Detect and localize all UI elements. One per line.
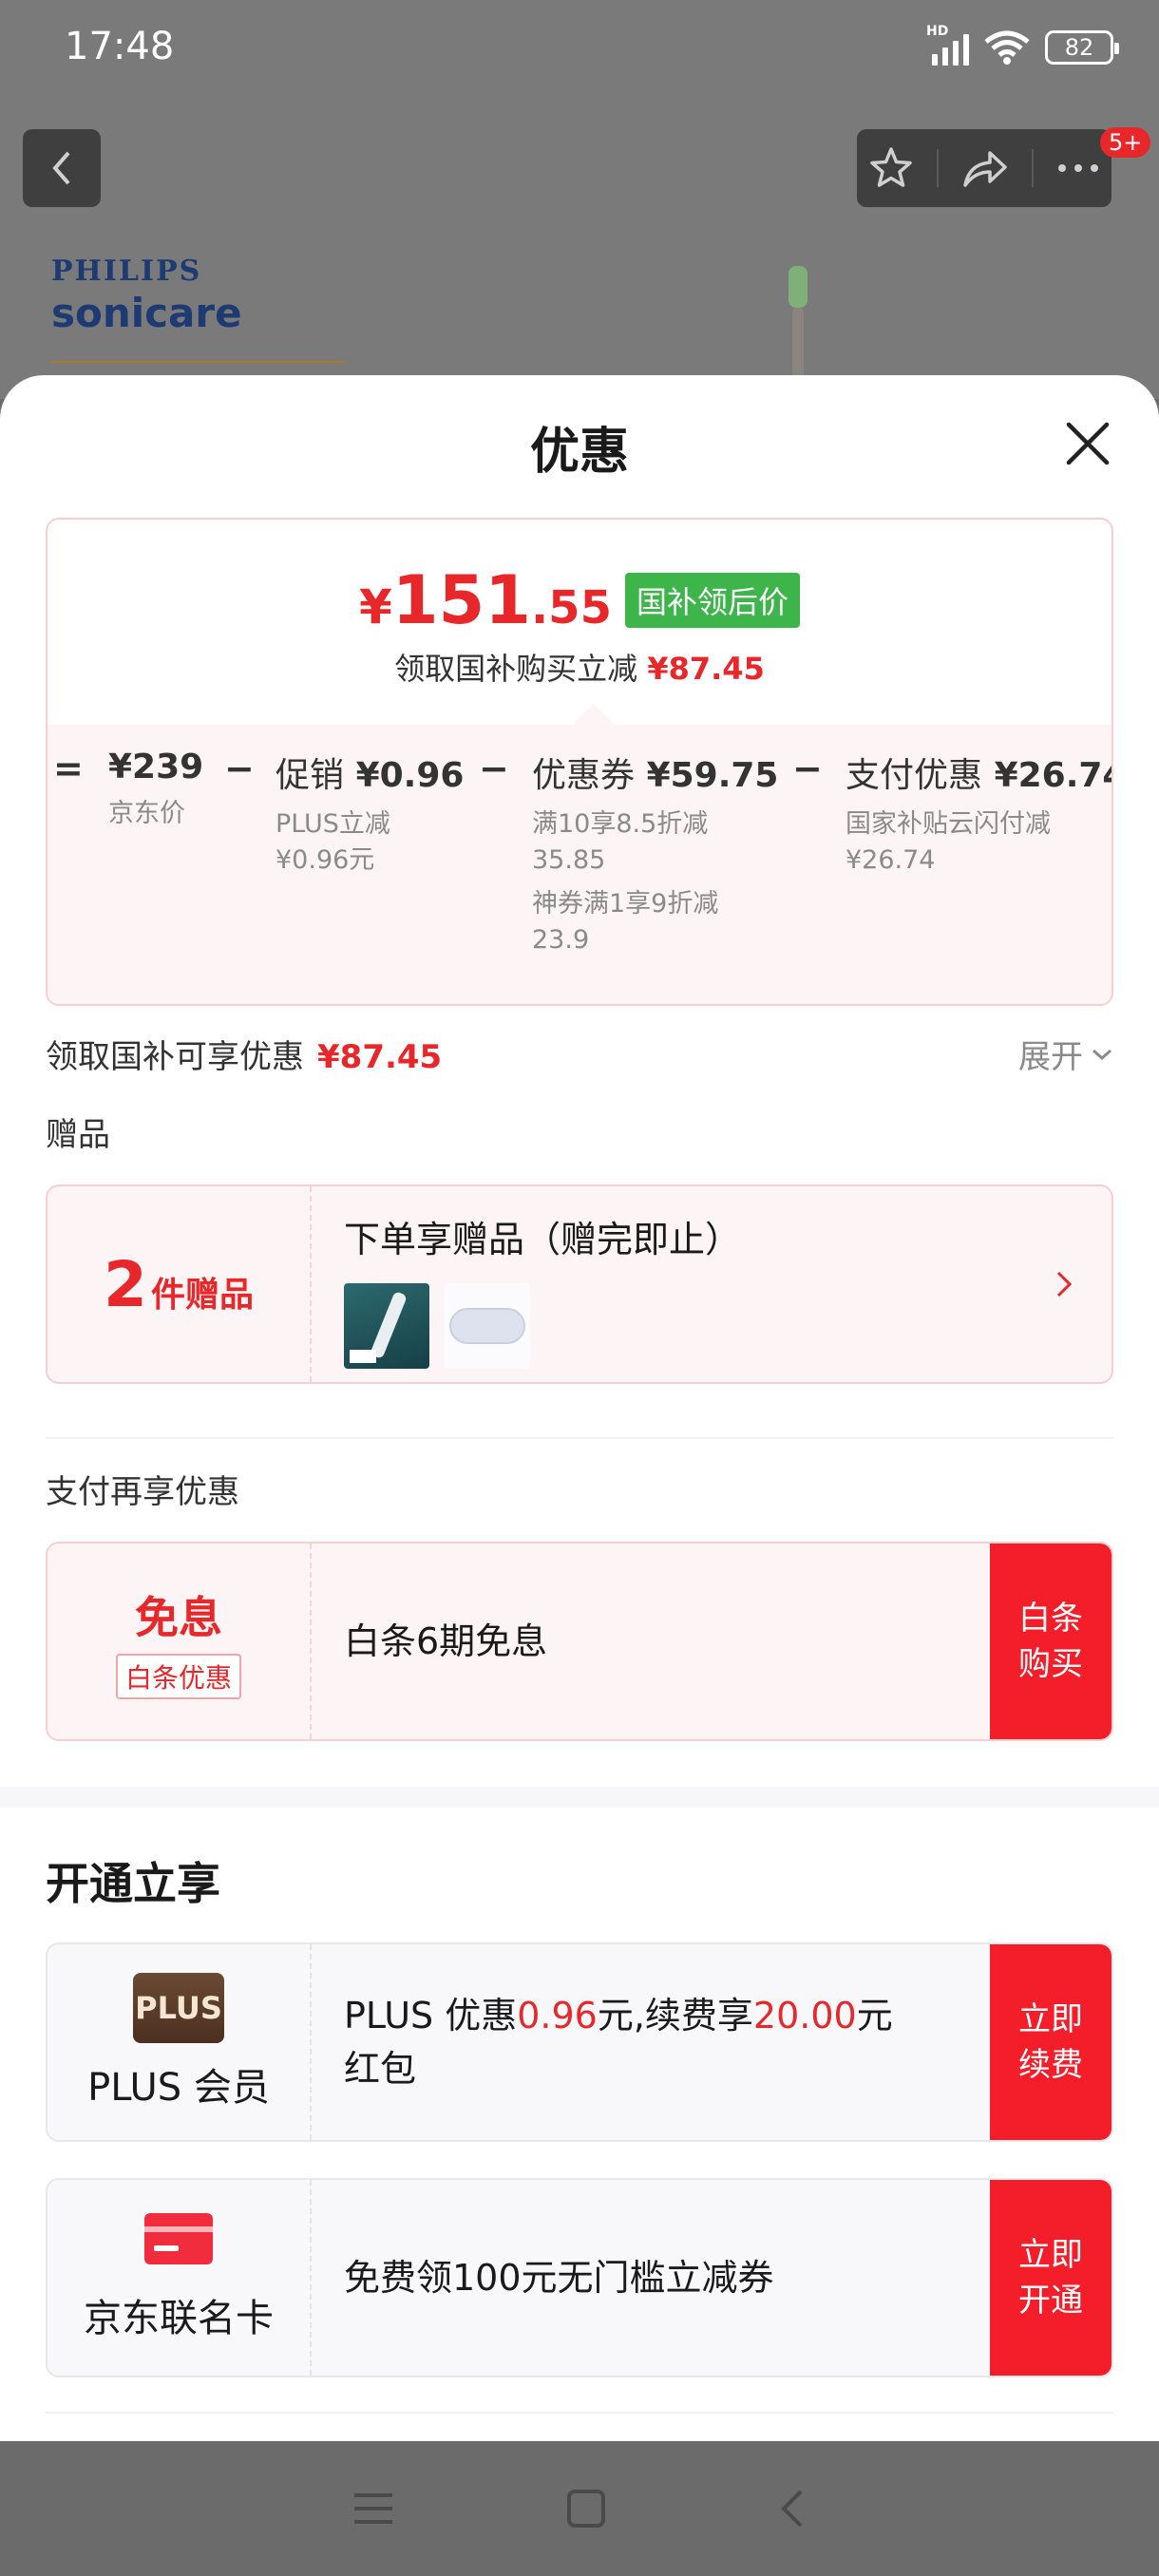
- battery-icon: 82: [1045, 30, 1119, 65]
- minus-sign: −: [224, 748, 255, 789]
- price-breakdown: = ¥239 京东价 − 促销 ¥0.96 PLUS立减 ¥0.96元 − 优惠券…: [48, 748, 1112, 994]
- subsidy-row: 领取国补可享优惠 ¥87.45 展开: [46, 1031, 1113, 1077]
- brand-line1: PHILIPS: [51, 255, 202, 288]
- more-icon[interactable]: [1056, 162, 1100, 174]
- subsidy-reduction-amount: ¥87.45: [647, 651, 765, 687]
- baitiao-buy-button[interactable]: 白条购买: [990, 1544, 1112, 1739]
- subsidy-row-label: 领取国补可享优惠: [46, 1038, 304, 1076]
- plus-content: PLUS 优惠0.96元,续费享20.00元 红包: [344, 1995, 893, 2090]
- plus-renew-button[interactable]: 立即续费: [990, 1944, 1112, 2140]
- brand-logo: PHILIPS sonicare: [51, 255, 242, 336]
- system-nav-bar: [0, 2441, 1159, 2576]
- status-time: 17:48: [65, 25, 175, 68]
- pay-section-title: 支付再享优惠: [46, 1473, 239, 1511]
- cobrand-open-button[interactable]: 立即开通: [990, 2180, 1112, 2376]
- open-section-title: 开通立享: [46, 1858, 220, 1909]
- status-bar: 17:48 HD 82: [0, 0, 1159, 101]
- final-price: ¥151.55 国补领后价: [48, 567, 1112, 641]
- close-icon[interactable]: [1059, 415, 1116, 472]
- final-price-value: ¥151.55: [359, 561, 612, 639]
- cellular-signal-icon: HD: [926, 24, 969, 66]
- gift-thumbnail-case: [445, 1283, 530, 1369]
- wifi-icon: [984, 30, 1030, 65]
- equals-sign: =: [53, 748, 84, 789]
- price-summary-card: ¥151.55 国补领后价 领取国补购买立减 ¥87.45 = ¥239 京东价…: [46, 518, 1113, 1006]
- card-divider: [310, 2180, 312, 2376]
- cobrand-card-content: 免费领100元无门槛立减券: [344, 2257, 774, 2299]
- gift-card[interactable]: 2 件赠品 下单享赠品（赠完即止）: [46, 1184, 1113, 1384]
- plus-logo-icon: PLUS: [133, 1973, 224, 2043]
- baitiao-card: 免息 白条优惠 白条6期免息 白条购买: [46, 1542, 1113, 1741]
- plus-label: PLUS 会员: [87, 2066, 270, 2110]
- card-divider: [310, 1544, 312, 1739]
- plus-member-card: PLUS PLUS 会员 PLUS 优惠0.96元,续费享20.00元 红包 立…: [46, 1942, 1113, 2142]
- cobrand-card-label: 京东联名卡: [84, 2297, 274, 2340]
- hd-label: HD: [926, 24, 949, 39]
- expand-button[interactable]: 展开: [1018, 1031, 1113, 1077]
- gift-section-title: 赠品: [46, 1116, 110, 1154]
- section-separator-band: [0, 1787, 1159, 1808]
- subsidy-reduction-text: 领取国补购买立减 ¥87.45: [394, 651, 765, 687]
- minus-sign: −: [479, 748, 509, 789]
- discount-sheet: 优惠 ¥151.55 国补领后价 领取国补购买立减 ¥87.45 = ¥239 …: [0, 375, 1159, 2441]
- gift-title: 下单享赠品（赠完即止）: [344, 1219, 742, 1260]
- star-icon[interactable]: [868, 145, 914, 191]
- cart-badge: 5+: [1100, 127, 1151, 158]
- breakdown-pay: 支付优惠 ¥26.74 国家补贴云闪付减 ¥26.74: [846, 756, 1113, 875]
- chevron-down-icon: [1092, 1049, 1112, 1060]
- action-separator: [1032, 149, 1034, 187]
- bottom-divider: [46, 2412, 1113, 2414]
- top-action-bar: [857, 129, 1112, 207]
- card-divider: [310, 1944, 312, 2140]
- sheet-title: 优惠: [529, 424, 629, 481]
- gift-count: 2 件赠品: [104, 1247, 254, 1321]
- jd-cobrand-card: 京东联名卡 免费领100元无门槛立减券 立即开通: [46, 2178, 1113, 2377]
- back-button[interactable]: [23, 129, 101, 207]
- credit-card-icon: [144, 2213, 213, 2264]
- breakdown-coupon: 优惠券 ¥59.75 满10享8.5折减 35.85 神券满1享9折减 23.9: [532, 756, 779, 955]
- minus-sign: −: [792, 748, 823, 789]
- breakdown-jd-price: ¥239 京东价: [108, 748, 204, 828]
- back-nav-icon[interactable]: [778, 2488, 807, 2529]
- brand-line2: sonicare: [51, 290, 242, 336]
- gift-thumbnails: [344, 1283, 978, 1369]
- action-separator: [937, 149, 939, 187]
- home-icon[interactable]: [565, 2488, 607, 2529]
- subsidy-row-amount: ¥87.45: [317, 1038, 443, 1076]
- brand-underline: [51, 361, 346, 363]
- breakdown-promo: 促销 ¥0.96 PLUS立减 ¥0.96元: [276, 756, 465, 875]
- status-icons: HD 82: [926, 24, 1119, 66]
- product-page-background: 17:48 HD 82 5+ PHILIPS sonicare: [0, 0, 1159, 399]
- baitiao-content: 白条6期免息: [344, 1620, 548, 1662]
- baitiao-tag: 白条优惠: [115, 1654, 241, 1699]
- subsidy-price-tag: 国补领后价: [624, 573, 800, 628]
- interest-free-label: 免息: [135, 1592, 222, 1643]
- chevron-right-icon: [1056, 1271, 1073, 1297]
- menu-icon[interactable]: [352, 2490, 394, 2528]
- share-icon[interactable]: [961, 147, 1009, 189]
- back-arrow-icon: [52, 151, 70, 185]
- section-divider: [46, 1437, 1113, 1439]
- gift-thumbnail-brushhead: [344, 1283, 429, 1369]
- card-divider: [310, 1186, 312, 1382]
